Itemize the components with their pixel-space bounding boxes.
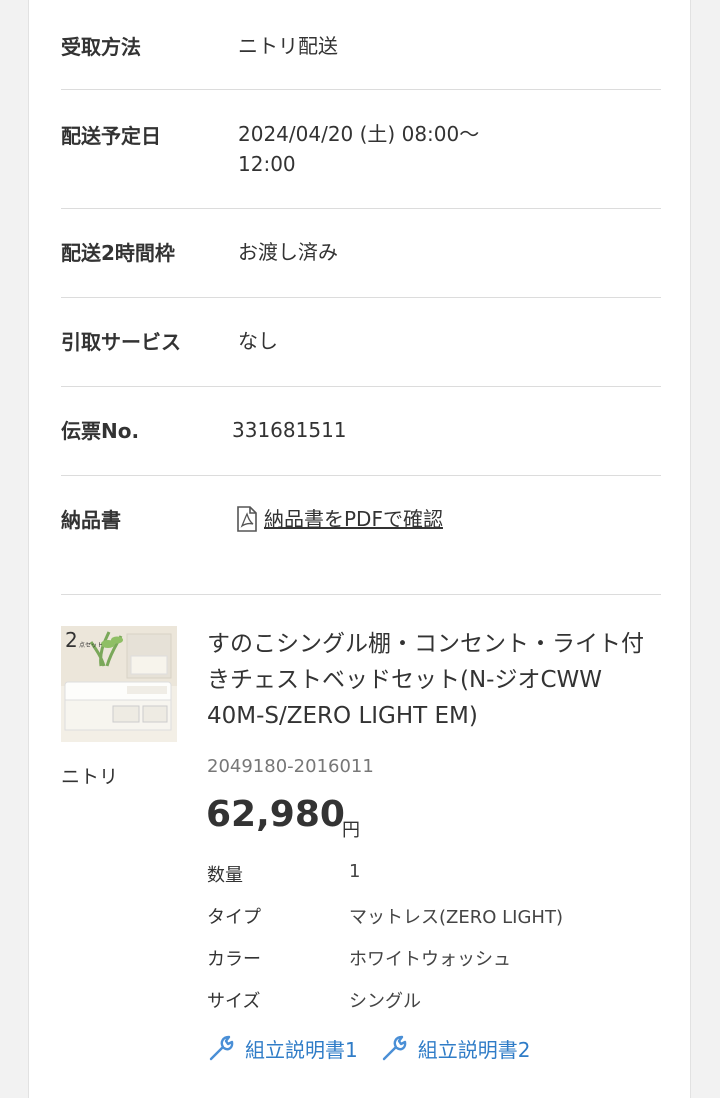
product-price: 62,980 — [206, 794, 345, 835]
row-label: 受取方法 — [61, 35, 141, 59]
row-label: 引取サービス — [61, 330, 181, 354]
spec-key: サイズ — [207, 991, 261, 1012]
set-badge-label: 点セット — [79, 642, 104, 649]
row-value: お渡し済み — [238, 240, 338, 264]
date-line-1: 2024/04/20 (土) 08:00〜 — [238, 122, 480, 146]
spec-key: 数量 — [207, 865, 243, 886]
row-slip-number: 伝票No. 331681511 — [61, 386, 661, 475]
invoice-pdf-link[interactable]: 納品書をPDFで確認 — [236, 504, 443, 534]
spec-value: マットレス(ZERO LIGHT) — [349, 907, 563, 928]
spec-row-color: カラー ホワイトウォッシュ — [207, 940, 657, 982]
assembly-manual-2-link[interactable]: 組立説明書2 — [380, 1034, 531, 1063]
order-detail-card: 受取方法 ニトリ配送 配送予定日 2024/04/20 (土) 08:00〜 1… — [28, 0, 691, 1098]
product-title[interactable]: すのこシングル棚・コンセント・ライト付きチェストベッドセット(N-ジオCWW 4… — [207, 626, 657, 734]
row-receive-method: 受取方法 ニトリ配送 — [61, 0, 661, 89]
row-label: 配送予定日 — [61, 124, 161, 148]
row-value: なし — [238, 329, 278, 353]
assembly-manual-1-link[interactable]: 組立説明書1 — [207, 1034, 358, 1063]
row-label: 納品書 — [61, 508, 121, 532]
row-value: 納品書をPDFで確認 — [236, 504, 443, 540]
currency-unit: 円 — [342, 820, 360, 841]
row-delivery-date: 配送予定日 2024/04/20 (土) 08:00〜 12:00 — [61, 89, 661, 208]
spec-row-size: サイズ シングル — [207, 982, 657, 1024]
row-value: 2024/04/20 (土) 08:00〜 12:00 — [238, 119, 479, 179]
spec-value: ホワイトウォッシュ — [349, 949, 511, 970]
invoice-link-label: 納品書をPDFで確認 — [264, 507, 443, 531]
set-count-badge: 2 — [65, 628, 78, 652]
product-specs: 数量 1 タイプ マットレス(ZERO LIGHT) カラー ホワイトウォッシュ… — [207, 856, 657, 1024]
row-value: 331681511 — [232, 418, 347, 442]
row-invoice: 納品書 納品書をPDFで確認 — [61, 475, 661, 595]
product-code: 2049180-2016011 — [207, 756, 374, 777]
row-label: 配送2時間枠 — [61, 241, 175, 265]
spec-key: タイプ — [207, 907, 261, 928]
spec-value: 1 — [349, 861, 361, 882]
manual-label: 組立説明書2 — [417, 1038, 531, 1062]
pdf-file-icon — [237, 506, 257, 532]
brand-name: ニトリ — [61, 766, 119, 788]
row-pickup-service: 引取サービス なし — [61, 297, 661, 386]
row-label: 伝票No. — [61, 419, 140, 443]
product-item: 2 点セット ニトリ すのこシングル棚・コンセント・ライト付きチェストベッドセッ… — [61, 626, 661, 1086]
spec-row-quantity: 数量 1 — [207, 856, 657, 898]
spec-value: シングル — [349, 991, 421, 1012]
wrench-icon — [209, 1035, 234, 1060]
delivery-info-table: 受取方法 ニトリ配送 配送予定日 2024/04/20 (土) 08:00〜 1… — [61, 0, 661, 595]
row-time-slot: 配送2時間枠 お渡し済み — [61, 208, 661, 297]
manual-label: 組立説明書1 — [245, 1038, 358, 1062]
spec-row-type: タイプ マットレス(ZERO LIGHT) — [207, 898, 657, 940]
spec-key: カラー — [207, 949, 261, 970]
assembly-manuals: 組立説明書1 組立説明書2 — [207, 1034, 530, 1063]
row-value: ニトリ配送 — [238, 34, 338, 58]
wrench-icon — [382, 1035, 407, 1060]
product-thumbnail[interactable]: 2 点セット — [61, 626, 177, 742]
date-line-2: 12:00 — [238, 152, 296, 176]
